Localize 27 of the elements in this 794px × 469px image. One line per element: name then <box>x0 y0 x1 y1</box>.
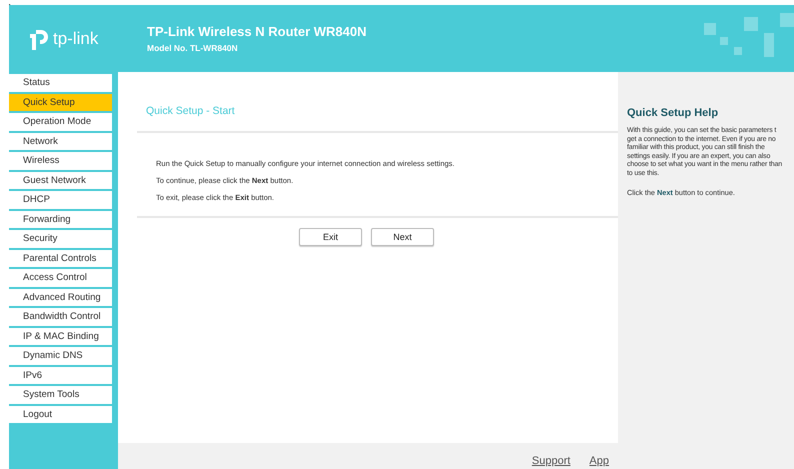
sidebar-item[interactable]: Status <box>9 74 112 92</box>
sidebar-item[interactable]: IPv6 <box>9 366 112 384</box>
model-number: Model No. TL-WR840N <box>147 43 239 53</box>
sidebar-item[interactable]: Forwarding <box>9 210 112 228</box>
logo-text: tp-link <box>53 28 98 48</box>
page-title: Quick Setup - Start <box>146 105 236 117</box>
router-title: TP-Link Wireless N Router WR840N <box>147 24 366 39</box>
sidebar-item[interactable]: Quick Setup <box>9 94 112 111</box>
footer-link[interactable]: App <box>589 455 609 467</box>
sidebar-item[interactable]: Access Control <box>9 269 112 286</box>
sidebar-item[interactable]: Guest Network <box>9 172 112 189</box>
next-button[interactable]: Next <box>371 228 434 246</box>
help-title: Quick Setup Help <box>627 107 720 119</box>
sidebar-item[interactable]: Advanced Routing <box>9 288 112 306</box>
sidebar-item[interactable]: DHCP <box>9 191 112 208</box>
sidebar-item[interactable]: Parental Controls <box>9 250 112 267</box>
sidebar-item[interactable]: Wireless <box>9 152 112 170</box>
sidebar-item[interactable]: System Tools <box>9 386 112 404</box>
sidebar-item[interactable]: IP & MAC Binding <box>9 328 112 345</box>
exit-button[interactable]: Exit <box>299 228 362 246</box>
sidebar-item[interactable]: Bandwidth Control <box>9 308 112 326</box>
footer-link[interactable]: Support <box>532 455 570 467</box>
sidebar-item[interactable]: Operation Mode <box>9 113 112 130</box>
sidebar-item[interactable]: Dynamic DNS <box>9 347 112 364</box>
sidebar-item[interactable]: Security <box>9 230 112 248</box>
sidebar-item[interactable]: Network <box>9 132 112 150</box>
sidebar-item[interactable]: Logout <box>9 406 112 423</box>
